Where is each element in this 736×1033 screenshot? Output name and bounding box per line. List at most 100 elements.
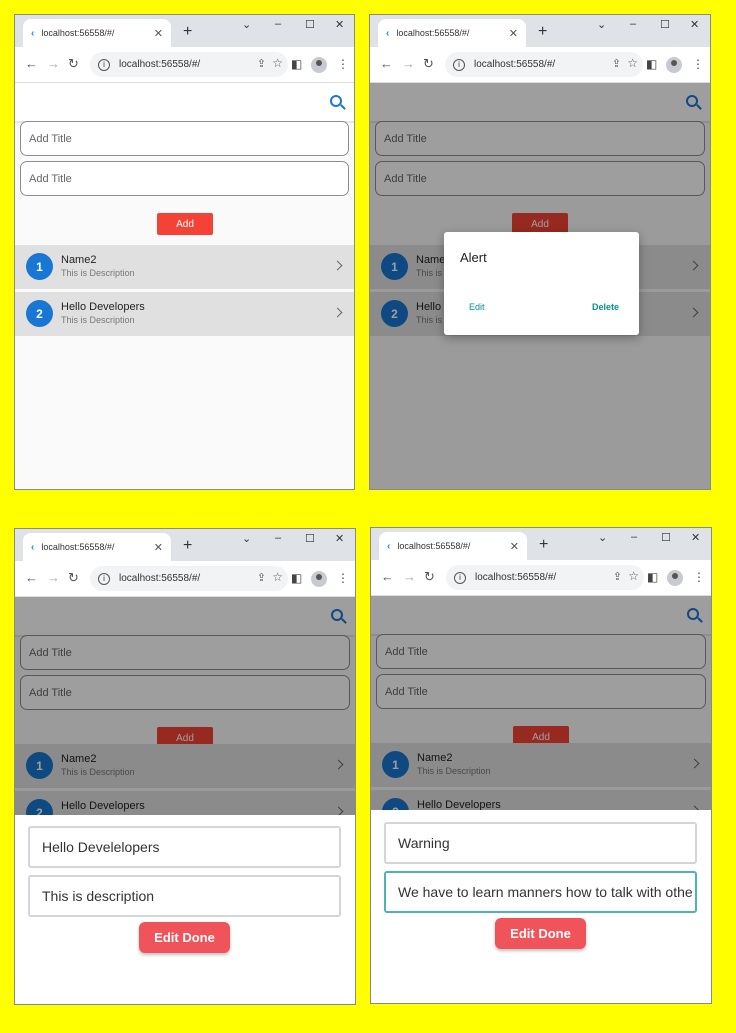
edit-button[interactable]: Edit — [469, 302, 485, 312]
minimize-button[interactable]: – — [630, 18, 636, 30]
add-button[interactable]: Add — [157, 213, 213, 235]
delete-button[interactable]: Delete — [592, 302, 619, 312]
address-bar[interactable]: i localhost:56558/#/ ⇪ ☆ — [445, 52, 643, 77]
new-tab-button[interactable]: + — [183, 23, 192, 41]
browser-tab-strip: ‹ localhost:56558/#/ ✕ + ⌄ – ☐ ✕ — [15, 15, 354, 47]
share-icon[interactable]: ⇪ — [257, 57, 266, 70]
edit-done-button[interactable]: Edit Done — [495, 918, 586, 949]
info-icon[interactable]: i — [98, 572, 110, 585]
side-panel-icon[interactable]: ◧ — [647, 570, 658, 584]
search-icon[interactable] — [330, 95, 342, 107]
minimize-button[interactable]: – — [631, 531, 637, 543]
tab-search-icon[interactable]: ⌄ — [597, 18, 606, 31]
url-text: localhost:56558/#/ — [119, 573, 201, 584]
tab-close-icon[interactable]: ✕ — [510, 540, 519, 553]
maximize-button[interactable]: ☐ — [661, 531, 671, 544]
address-bar[interactable]: i localhost:56558/#/ ⇪ ☆ — [90, 566, 288, 591]
close-window-button[interactable]: ✕ — [335, 532, 344, 545]
screenshot-panel-1: ‹ localhost:56558/#/✕ + ⌄ – ☐ ✕ ← → ↻ i lo… — [14, 14, 355, 490]
tab-close-icon[interactable]: ✕ — [154, 27, 163, 40]
back-icon[interactable]: ← — [25, 56, 38, 71]
avatar: 1 — [26, 253, 53, 280]
forward-icon[interactable]: → — [47, 570, 60, 585]
browser-tab-strip: ‹ localhost:56558/#/ ✕ + ⌄ – ☐ ✕ — [15, 529, 355, 561]
item-title: Hello Developers — [61, 301, 145, 313]
browser-tab-strip: ‹ localhost:56558/#/ ✕ + ⌄ – ☐ ✕ — [370, 15, 710, 47]
profile-icon[interactable] — [667, 570, 683, 586]
maximize-button[interactable]: ☐ — [305, 18, 315, 31]
edit-description-input[interactable]: This is description — [28, 875, 341, 917]
edit-bottom-sheet: Warning We have to learn manners how to … — [371, 810, 711, 1003]
edit-title-input[interactable]: Warning — [384, 822, 697, 864]
app-bar — [15, 83, 354, 123]
profile-icon[interactable] — [311, 57, 327, 73]
menu-icon[interactable]: ⋮ — [337, 571, 349, 585]
reload-icon[interactable]: ↻ — [423, 56, 434, 72]
dialog-title: Alert — [460, 250, 487, 265]
back-icon[interactable]: ← — [25, 570, 38, 585]
new-tab-button[interactable]: + — [539, 536, 548, 554]
list-item[interactable]: 1 Name2 This is Description — [15, 245, 354, 289]
tab-close-icon[interactable]: ✕ — [154, 541, 163, 554]
star-icon[interactable]: ☆ — [628, 569, 639, 583]
maximize-button[interactable]: ☐ — [305, 532, 315, 545]
back-icon[interactable]: ← — [381, 569, 394, 584]
star-icon[interactable]: ☆ — [627, 56, 638, 70]
tab-search-icon[interactable]: ⌄ — [598, 531, 607, 544]
reload-icon[interactable]: ↻ — [68, 56, 79, 72]
profile-icon[interactable] — [666, 57, 682, 73]
tab-search-icon[interactable]: ⌄ — [242, 18, 251, 31]
description-input[interactable]: Add Title — [20, 161, 349, 196]
share-icon[interactable]: ⇪ — [612, 57, 621, 70]
edit-title-input[interactable]: Hello Develelopers — [28, 826, 341, 868]
new-tab-button[interactable]: + — [538, 23, 547, 41]
reload-icon[interactable]: ↻ — [68, 570, 79, 586]
browser-toolbar: ← → ↻ i localhost:56558/#/ ⇪ ☆ ◧ ⋮ — [15, 561, 355, 597]
edit-bottom-sheet: Hello Develelopers This is description E… — [15, 815, 355, 1004]
chevron-right-icon — [332, 307, 343, 318]
browser-tab[interactable]: ‹ localhost:56558/#/ ✕ — [23, 533, 171, 561]
edit-description-input[interactable]: We have to learn manners how to talk wit… — [384, 871, 697, 913]
star-icon[interactable]: ☆ — [272, 570, 283, 584]
share-icon[interactable]: ⇪ — [613, 570, 622, 583]
tab-title: localhost:56558/#/ — [396, 28, 470, 38]
minimize-button[interactable]: – — [275, 532, 281, 544]
back-icon[interactable]: ← — [380, 56, 393, 71]
share-icon[interactable]: ⇪ — [257, 571, 266, 584]
close-window-button[interactable]: ✕ — [690, 18, 699, 31]
star-icon[interactable]: ☆ — [272, 56, 283, 70]
tab-title: localhost:56558/#/ — [41, 542, 115, 552]
address-bar[interactable]: i localhost:56558/#/ ⇪ ☆ — [90, 52, 288, 77]
side-panel-icon[interactable]: ◧ — [291, 57, 302, 71]
close-window-button[interactable]: ✕ — [691, 531, 700, 544]
close-window-button[interactable]: ✕ — [335, 18, 344, 31]
menu-icon[interactable]: ⋮ — [337, 57, 349, 71]
side-panel-icon[interactable]: ◧ — [291, 571, 302, 585]
minimize-button[interactable]: – — [275, 18, 281, 30]
tab-close-icon[interactable]: ✕ — [509, 27, 518, 40]
browser-tab[interactable]: ‹ localhost:56558/#/ ✕ — [23, 19, 171, 47]
info-icon[interactable]: i — [98, 58, 110, 71]
flutter-icon: ‹ — [386, 27, 390, 39]
screenshot-panel-4: ‹ localhost:56558/#/✕ + ⌄ – ☐ ✕ ← → ↻ i lo… — [370, 527, 712, 1004]
reload-icon[interactable]: ↻ — [424, 569, 435, 585]
menu-icon[interactable]: ⋮ — [693, 570, 705, 584]
new-tab-button[interactable]: + — [183, 537, 192, 555]
maximize-button[interactable]: ☐ — [660, 18, 670, 31]
edit-done-button[interactable]: Edit Done — [139, 922, 230, 953]
browser-tab[interactable]: ‹ localhost:56558/#/ ✕ — [378, 19, 526, 47]
browser-tab[interactable]: ‹ localhost:56558/#/ ✕ — [379, 532, 527, 560]
forward-icon[interactable]: → — [47, 56, 60, 71]
info-icon[interactable]: i — [454, 571, 466, 584]
forward-icon[interactable]: → — [402, 56, 415, 71]
profile-icon[interactable] — [311, 571, 327, 587]
side-panel-icon[interactable]: ◧ — [646, 57, 657, 71]
title-input[interactable]: Add Title — [20, 121, 349, 156]
tab-search-icon[interactable]: ⌄ — [242, 532, 251, 545]
menu-icon[interactable]: ⋮ — [692, 57, 704, 71]
screenshot-panel-3: ‹ localhost:56558/#/✕ + ⌄ – ☐ ✕ ← → ↻ i lo… — [14, 528, 356, 1005]
list-item[interactable]: 2 Hello Developers This is Description — [15, 292, 354, 336]
info-icon[interactable]: i — [453, 58, 465, 71]
address-bar[interactable]: i localhost:56558/#/ ⇪ ☆ — [446, 565, 644, 590]
forward-icon[interactable]: → — [403, 569, 416, 584]
